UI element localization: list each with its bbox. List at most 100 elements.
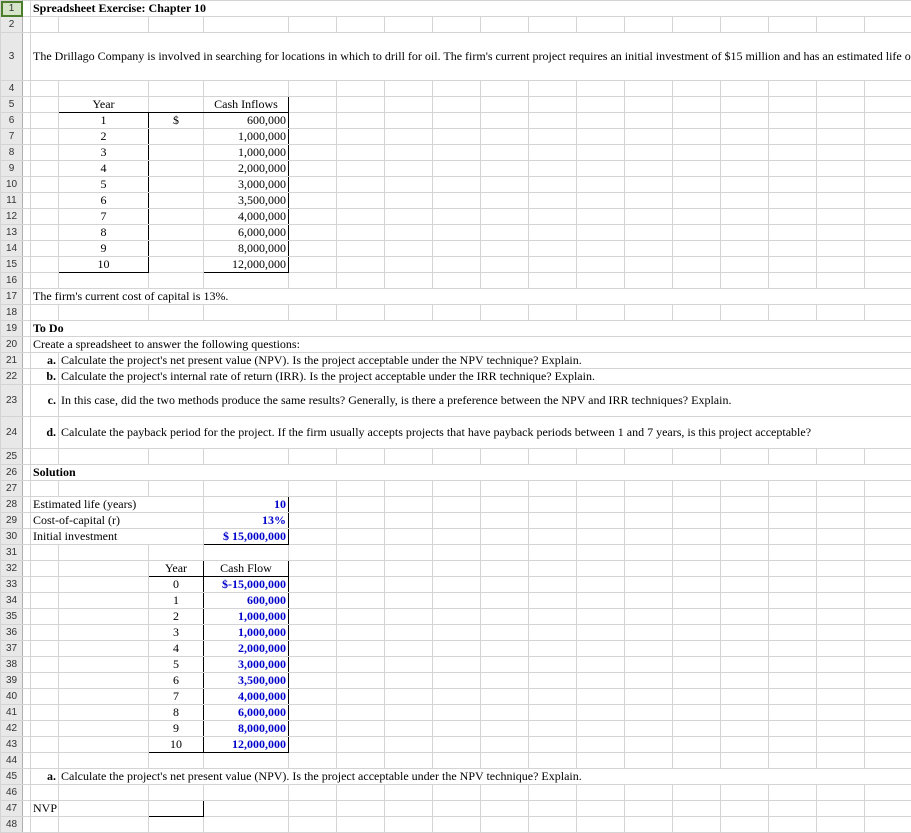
cell[interactable] [337,593,385,609]
cell[interactable] [721,193,769,209]
cell[interactable] [865,529,911,545]
cell[interactable] [673,513,721,529]
cell[interactable] [529,17,577,33]
cell[interactable] [23,481,31,497]
cell[interactable] [23,801,31,817]
cell[interactable] [529,273,577,289]
cell[interactable] [673,193,721,209]
cell[interactable] [865,817,911,833]
cell[interactable] [577,721,625,737]
cell[interactable] [817,81,865,97]
cell[interactable] [337,129,385,145]
cell[interactable] [23,753,31,769]
cell[interactable] [385,657,433,673]
cell[interactable] [529,241,577,257]
cell[interactable] [204,449,289,465]
cell[interactable] [385,257,433,273]
row-header[interactable]: 10 [1,177,23,193]
cell[interactable] [433,209,481,225]
cell[interactable] [769,129,817,145]
cell[interactable] [23,241,31,257]
cell[interactable] [817,641,865,657]
cell[interactable] [529,785,577,801]
cell[interactable] [23,641,31,657]
cell[interactable] [577,625,625,641]
cell[interactable] [625,817,673,833]
cell[interactable] [673,81,721,97]
cell[interactable] [433,561,481,577]
row-header[interactable]: 12 [1,209,23,225]
cell[interactable] [337,273,385,289]
cell[interactable] [577,657,625,673]
cell[interactable] [817,513,865,529]
cell[interactable] [31,449,59,465]
cell[interactable] [59,625,149,641]
cell[interactable] [865,561,911,577]
cell[interactable] [481,241,529,257]
cell[interactable] [865,513,911,529]
cell[interactable] [673,689,721,705]
row-header[interactable]: 24 [1,417,23,449]
cell[interactable] [625,545,673,561]
row-header[interactable]: 26 [1,465,23,481]
cell[interactable] [625,593,673,609]
cell[interactable] [769,625,817,641]
cell[interactable] [529,753,577,769]
cell[interactable] [673,529,721,545]
cell[interactable] [23,161,31,177]
cell[interactable] [625,513,673,529]
cell[interactable] [337,577,385,593]
cell[interactable] [337,641,385,657]
cell[interactable] [149,545,204,561]
cell[interactable] [385,801,433,817]
cell[interactable] [673,17,721,33]
cell[interactable] [337,625,385,641]
cell[interactable] [433,785,481,801]
cell[interactable] [625,497,673,513]
cell[interactable] [721,545,769,561]
row-header[interactable]: 3 [1,33,23,81]
cell[interactable] [385,273,433,289]
cell[interactable] [817,193,865,209]
cell[interactable] [289,513,337,529]
cell[interactable] [337,801,385,817]
cell[interactable] [577,273,625,289]
cell[interactable] [769,673,817,689]
cell[interactable] [289,305,337,321]
cell[interactable] [385,689,433,705]
cell[interactable] [721,273,769,289]
cell[interactable] [721,225,769,241]
cell[interactable] [289,97,337,113]
cell[interactable] [385,497,433,513]
cell[interactable] [433,497,481,513]
cell[interactable] [385,81,433,97]
cell[interactable] [529,497,577,513]
cell[interactable] [865,609,911,625]
cell[interactable] [577,817,625,833]
cell[interactable] [721,241,769,257]
row-header[interactable]: 27 [1,481,23,497]
cell[interactable] [865,625,911,641]
cell[interactable] [577,753,625,769]
cell[interactable] [433,113,481,129]
cell[interactable] [23,113,31,129]
cell[interactable] [289,657,337,673]
cell[interactable] [23,449,31,465]
cell[interactable] [769,449,817,465]
cell[interactable] [577,241,625,257]
cell[interactable] [769,257,817,273]
cell[interactable] [204,81,289,97]
cell[interactable] [817,545,865,561]
cell[interactable] [204,273,289,289]
row-header[interactable]: 30 [1,529,23,545]
cell[interactable] [289,609,337,625]
cell[interactable] [337,193,385,209]
cell[interactable] [433,305,481,321]
cell[interactable] [481,689,529,705]
cell[interactable] [721,257,769,273]
cell[interactable] [289,593,337,609]
cell[interactable] [385,161,433,177]
row-header[interactable]: 18 [1,305,23,321]
cell[interactable] [577,449,625,465]
cell[interactable] [23,305,31,321]
